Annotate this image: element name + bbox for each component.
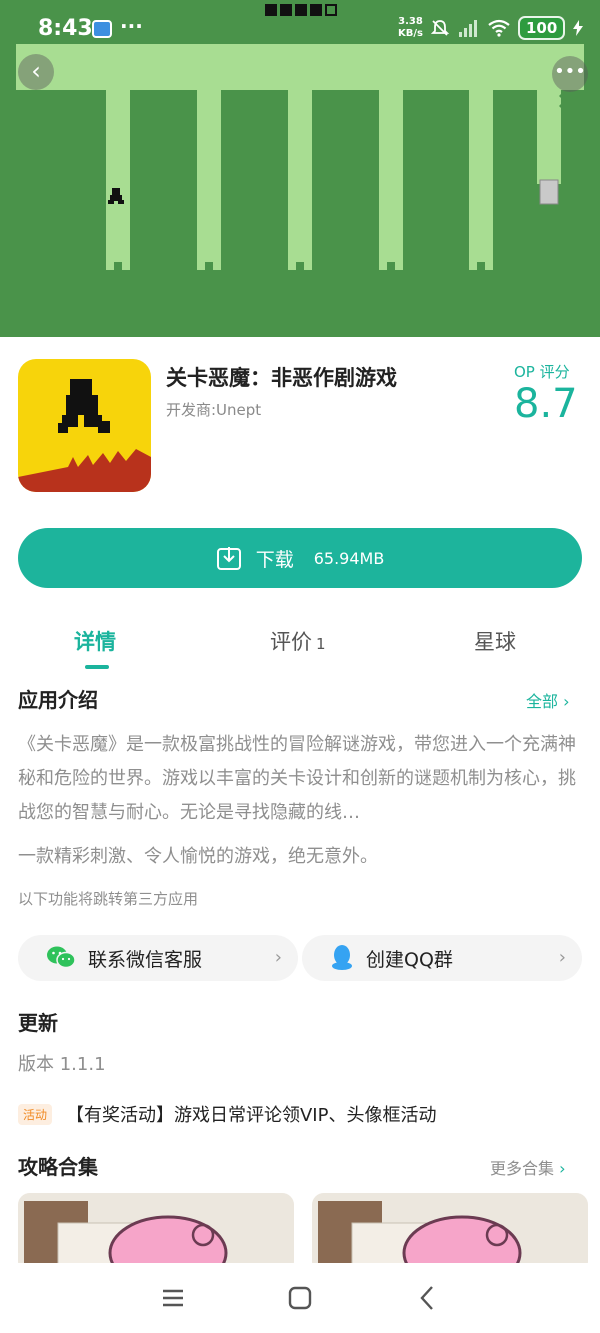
guide-thumbnail (18, 1193, 294, 1273)
guide-card[interactable] (312, 1193, 588, 1273)
charging-icon (573, 20, 584, 36)
create-qq-group-button[interactable]: 创建QQ群 › (302, 935, 582, 981)
third-party-note: 以下功能将跳转第三方应用 (18, 890, 199, 908)
promo-link[interactable]: 【有奖活动】游戏日常评论领VIP、头像框活动 (66, 1101, 436, 1127)
version-text: 版本 1.1.1 (18, 1054, 106, 1075)
wechat-icon (47, 946, 76, 969)
more-button[interactable]: ••• (552, 56, 588, 92)
create-qq-group-label: 创建QQ群 (366, 948, 453, 971)
status-time: 8:43 (38, 16, 93, 41)
app-icon (18, 359, 151, 492)
chevron-left-icon: ‹ (31, 57, 41, 85)
back-nav-icon[interactable] (413, 1283, 443, 1313)
intro-tagline: 一款精彩刺激、令人愉悦的游戏，绝无意外。 (18, 846, 378, 867)
status-icons: 100 (430, 16, 584, 40)
guides-title: 攻略合集 (18, 1155, 98, 1179)
battery-level: 100 (518, 16, 566, 40)
chevron-right-icon: › (559, 1159, 566, 1178)
signal-icon (459, 20, 477, 37)
guide-thumbnail (312, 1193, 588, 1273)
chevron-right-icon: › (563, 692, 570, 711)
more-dots-icon: ••• (554, 61, 586, 82)
status-bar: 8:43 ··· 3.38 KB/s 100 (0, 0, 600, 60)
download-size: 65.94MB (313, 548, 385, 568)
wifi-icon (488, 19, 510, 37)
reviews-count: 1 (316, 635, 326, 653)
guides-more-link[interactable]: 更多合集 › (490, 1155, 566, 1179)
intro-all-link[interactable]: 全部 › (526, 688, 570, 712)
op-score-value: 8.7 (514, 381, 578, 427)
guide-card[interactable] (18, 1193, 294, 1273)
chevron-right-icon: › (558, 947, 566, 968)
op-score-label: OP 评分 (514, 363, 570, 381)
app-developer: 开发商:Unept (166, 401, 262, 419)
tab-planet[interactable]: 星球 (474, 626, 516, 656)
system-navigation-bar (0, 1263, 600, 1333)
back-button[interactable]: ‹ (18, 54, 54, 90)
home-icon[interactable] (285, 1283, 315, 1313)
app-title: 关卡恶魔：非恶作剧游戏 (166, 366, 397, 390)
download-button[interactable]: 下载 65.94MB (18, 528, 582, 588)
wechat-service-button[interactable]: 联系微信客服 › (18, 935, 298, 981)
qq-icon (332, 945, 352, 970)
tab-details[interactable]: 详情 (74, 626, 116, 656)
chevron-right-icon: › (274, 947, 282, 968)
intro-title: 应用介绍 (18, 688, 98, 712)
download-icon (216, 547, 241, 570)
wechat-service-label: 联系微信客服 (88, 948, 203, 971)
tab-reviews[interactable]: 评价 1 (270, 626, 326, 656)
recent-apps-icon[interactable] (158, 1283, 188, 1313)
network-speed: 3.38 KB/s (398, 16, 423, 39)
active-tab-indicator (85, 665, 109, 669)
promo-badge: 活动 (18, 1104, 53, 1125)
camera-notch (265, 4, 337, 16)
bell-muted-icon (430, 20, 450, 36)
intro-description: 《关卡恶魔》是一款极富挑战性的冒险解谜游戏，带您进入一个充满神秘和危险的世界。游… (18, 734, 576, 823)
notification-app-icon (92, 20, 112, 38)
update-title: 更新 (18, 1011, 58, 1035)
more-notifications-icon: ··· (120, 14, 143, 38)
download-label: 下载 (255, 548, 294, 571)
